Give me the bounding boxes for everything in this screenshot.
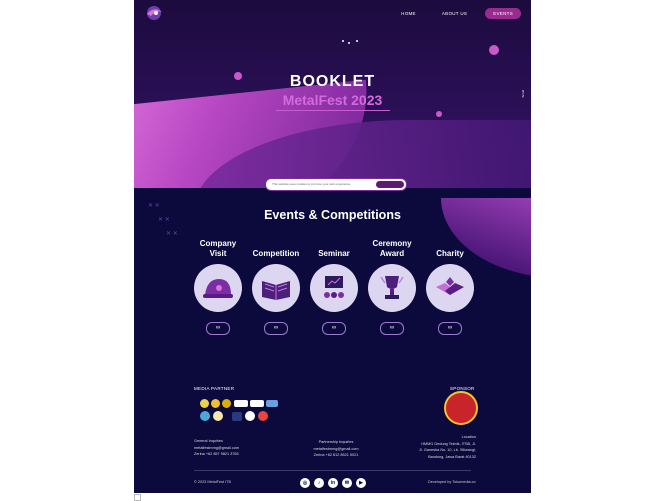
- decor-star: [342, 40, 344, 42]
- events-title: Events & Competitions: [264, 208, 401, 222]
- handshake-icon: [426, 264, 474, 312]
- partner-logo[interactable]: [200, 411, 210, 421]
- book-icon: [252, 264, 300, 312]
- event-button[interactable]: ∞: [380, 322, 404, 335]
- hero: HOME ABOUT US EVENTS BOOKLET MetalFest 2…: [134, 0, 531, 188]
- instagram-icon[interactable]: ◎: [300, 478, 310, 488]
- cookie-banner: This website uses cookies to improve you…: [265, 178, 407, 191]
- nav-home[interactable]: HOME: [393, 8, 424, 19]
- events-list: Company Visit ∞ Competition ∞ Seminar ∞: [191, 238, 481, 338]
- event-label: Competition: [252, 248, 300, 258]
- event-label: Seminar: [318, 248, 350, 258]
- title-underline: [276, 110, 390, 111]
- event-button[interactable]: ∞: [438, 322, 462, 335]
- partner-logo[interactable]: [211, 399, 220, 408]
- partner-logo[interactable]: [213, 411, 223, 421]
- event-label: Charity: [436, 248, 464, 258]
- event-button[interactable]: ∞: [322, 322, 346, 335]
- partner-logo[interactable]: [200, 399, 209, 408]
- tiktok-icon[interactable]: ♪: [314, 478, 324, 488]
- general-inquiries: General Inquiries metalfestmmg@gmail.com…: [194, 438, 239, 458]
- event-label: Company Visit: [199, 239, 237, 258]
- event-card-seminar: Seminar ∞: [307, 238, 361, 335]
- partnership-inquiries: Partnership Inquiries metalfestmmg@gmail…: [306, 439, 366, 459]
- decor-star: [356, 40, 358, 42]
- social-links: ◎ ♪ in ✉ ▶: [300, 478, 366, 488]
- developer-credit[interactable]: Developed by Tokomedia.co: [428, 480, 476, 484]
- event-card-charity: Charity ∞: [423, 238, 477, 335]
- metalfest-logo[interactable]: [144, 4, 166, 22]
- sparkle-icon: ✕ ✕: [166, 231, 178, 237]
- event-button[interactable]: ∞: [264, 322, 288, 335]
- page: HOME ABOUT US EVENTS BOOKLET MetalFest 2…: [134, 0, 531, 493]
- event-label: Ceremony Award: [372, 239, 412, 258]
- youtube-icon[interactable]: ▶: [356, 478, 366, 488]
- partnership-phone: Zerina +62 812 8521 5021: [313, 453, 359, 457]
- sponsor-logo[interactable]: [444, 391, 478, 425]
- copyright: © 2023 MetalFest ITB: [194, 480, 231, 484]
- events-section: ✕ ✕ ✕ ✕ ✕ ✕ Events & Competitions Compan…: [134, 188, 531, 493]
- nav-events[interactable]: EVENTS: [485, 8, 521, 19]
- decor-dot: [436, 111, 442, 117]
- general-inquiries-phone: Zerina +62 857 9821 3765: [194, 452, 239, 456]
- cookie-accept-button[interactable]: [376, 181, 404, 188]
- partner-logo[interactable]: [234, 400, 248, 407]
- location: Location HMMG Gedung Teknik, ITSB, Jl. J…: [404, 434, 476, 460]
- hardhat-icon: [194, 264, 242, 312]
- event-button[interactable]: ∞: [206, 322, 230, 335]
- footer-divider: [194, 470, 471, 471]
- partner-logo[interactable]: [266, 400, 278, 407]
- presentation-icon: [310, 264, 358, 312]
- page-title: BOOKLET: [289, 73, 376, 90]
- event-card-company-visit: Company Visit ∞: [191, 238, 245, 335]
- page-subtitle: MetalFest 2023: [282, 92, 383, 108]
- decor-dot: [489, 45, 499, 55]
- side-scroll-text: Scroll: [521, 90, 525, 98]
- partner-logo[interactable]: [232, 412, 242, 421]
- media-partner-logos: [196, 397, 286, 429]
- linkedin-icon[interactable]: in: [328, 478, 338, 488]
- partner-logo[interactable]: [222, 399, 231, 408]
- event-card-competition: Competition ∞: [249, 238, 303, 335]
- nav-about[interactable]: ABOUT US: [434, 8, 475, 19]
- trophy-icon: [368, 264, 416, 312]
- decor-star: [348, 42, 350, 44]
- cookie-text: This website uses cookies to improve you…: [272, 182, 352, 186]
- partner-logo[interactable]: [258, 411, 268, 421]
- location-line: Bandung, Jawa Barat 40132: [428, 454, 476, 459]
- email-icon[interactable]: ✉: [342, 478, 352, 488]
- partner-logo[interactable]: [245, 411, 255, 421]
- partner-logo[interactable]: [250, 400, 264, 407]
- event-card-ceremony-award: Ceremony Award ∞: [365, 238, 419, 335]
- media-partner-label: MEDIA PARTNER: [194, 386, 235, 391]
- top-nav: HOME ABOUT US EVENTS: [393, 8, 521, 19]
